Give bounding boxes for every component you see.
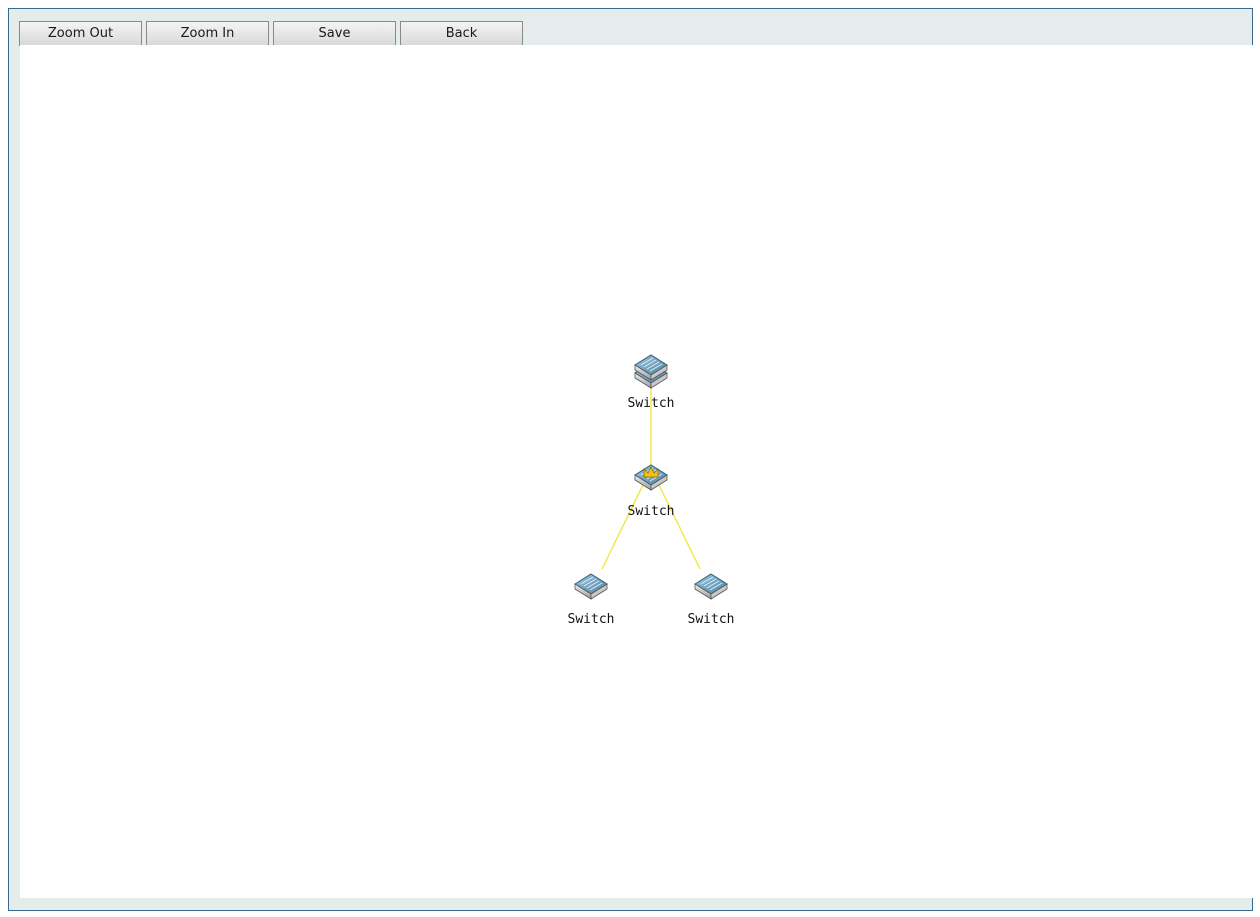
node-switch-right[interactable]: Switch [688, 573, 735, 627]
zoom-out-button[interactable]: Zoom Out [19, 21, 142, 46]
switch-icon [694, 573, 728, 600]
switch-icon [574, 573, 608, 600]
node-label: Switch [628, 396, 675, 411]
topology-window: Zoom Out Zoom In Save Back Switch Switch… [8, 8, 1253, 911]
link-root-left [601, 484, 644, 570]
node-label: Switch [628, 504, 675, 519]
back-button[interactable]: Back [400, 21, 523, 46]
stacked-switch-icon [634, 354, 668, 389]
topology-canvas[interactable]: Switch Switch Switch Switch [20, 45, 1253, 898]
node-label: Switch [688, 612, 735, 627]
topology-diagram: Switch Switch Switch Switch [568, 354, 735, 627]
node-label: Switch [568, 612, 615, 627]
save-button[interactable]: Save [273, 21, 396, 46]
node-switch-top[interactable]: Switch [628, 354, 675, 411]
node-switch-left[interactable]: Switch [568, 573, 615, 627]
link-root-right [658, 484, 701, 570]
zoom-in-button[interactable]: Zoom In [146, 21, 269, 46]
root-switch-crown-icon [634, 464, 668, 491]
node-switch-root[interactable]: Switch [628, 464, 675, 519]
